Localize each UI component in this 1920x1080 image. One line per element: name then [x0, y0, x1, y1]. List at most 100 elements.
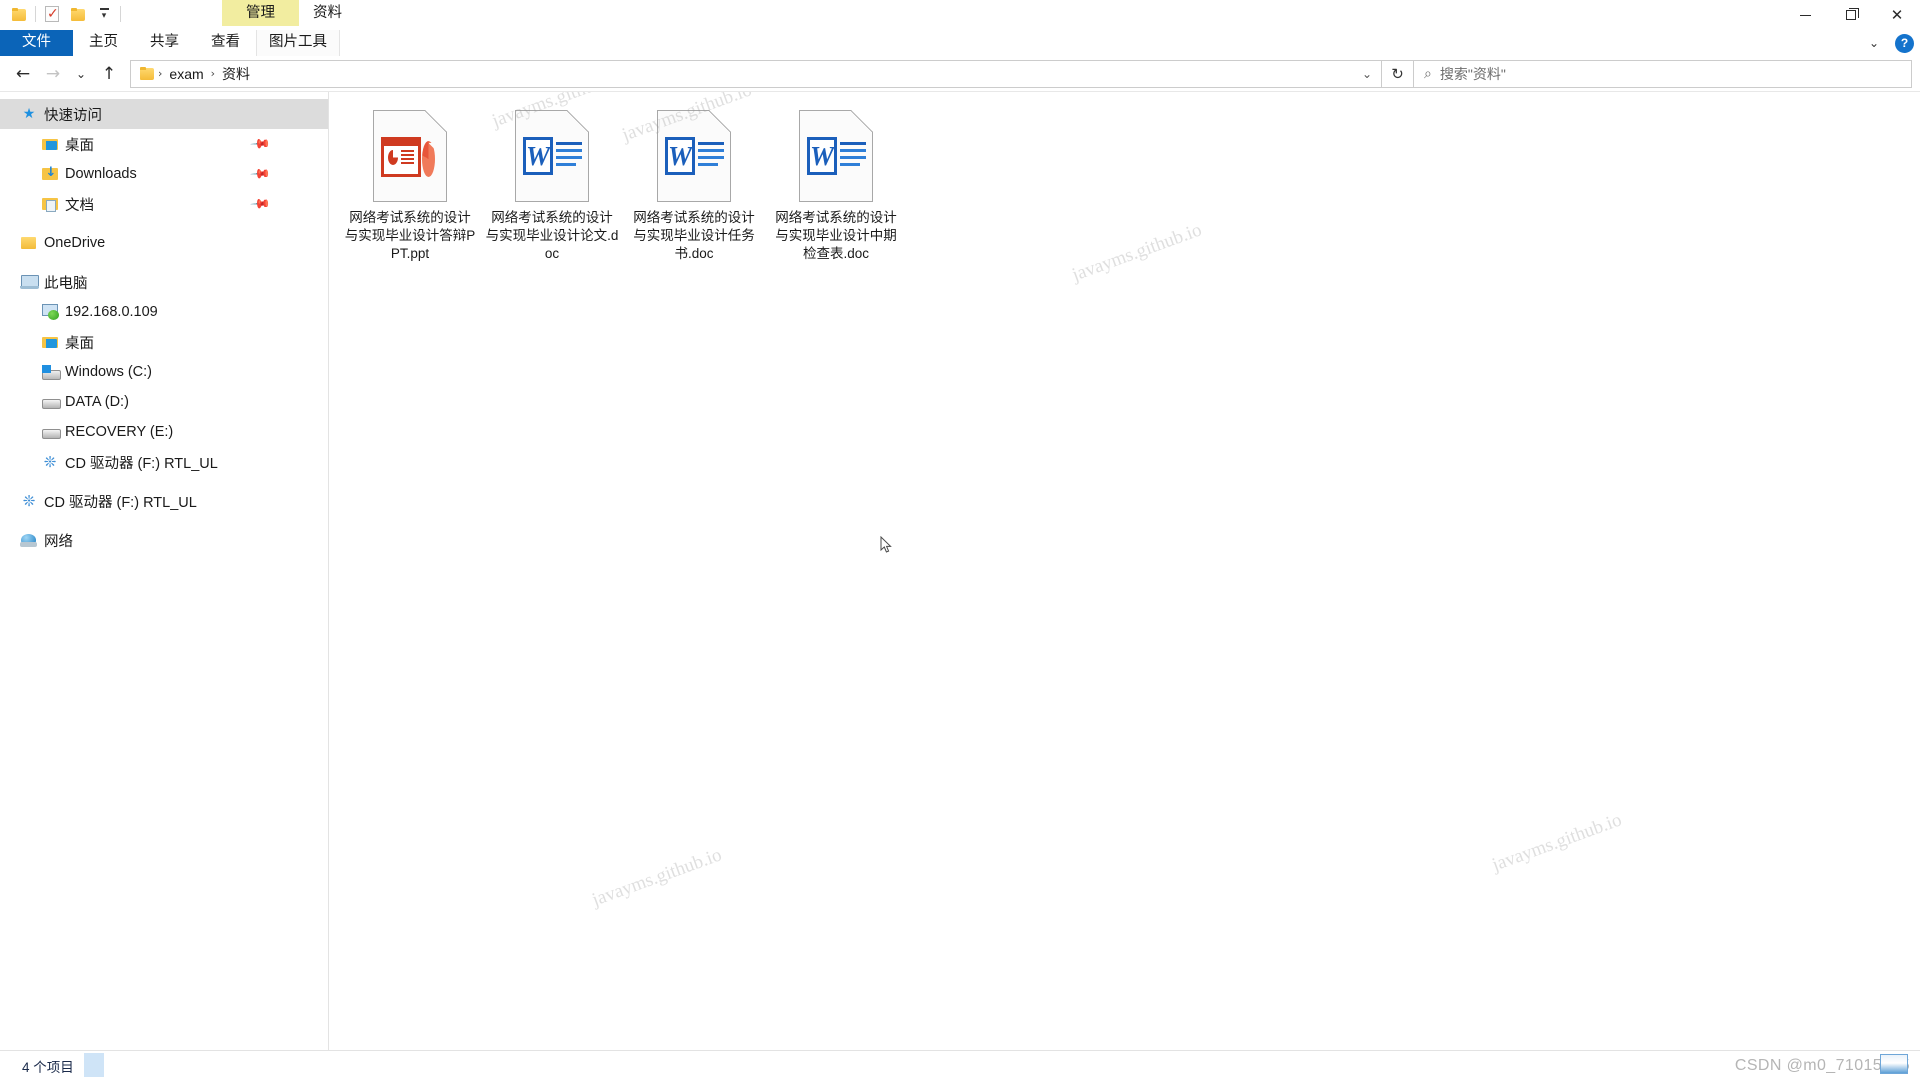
title-bar: ▾ 管理 资料 ✕ — [0, 0, 1920, 30]
drive-icon — [40, 393, 61, 411]
sidebar-item-quick-access[interactable]: ★ 快速访问 — [0, 99, 328, 129]
cd-drive-icon: ❊ — [22, 492, 36, 510]
file-name-label: 网络考试系统的设计与实现毕业设计答辩PPT.ppt — [344, 210, 476, 261]
address-dropdown-icon[interactable]: ⌄ — [1353, 61, 1381, 87]
sidebar-item-drive-c[interactable]: Windows (C:) — [0, 357, 328, 387]
tab-file[interactable]: 文件 — [0, 30, 73, 56]
breadcrumb[interactable]: › exam › 资料 ⌄ — [130, 59, 1382, 88]
file-list-pane[interactable]: 网络考试系统的设计与实现毕业设计答辩PPT.ppt W 网络考试系统的设计与实现… — [329, 92, 1920, 1050]
powerpoint-file-icon — [362, 108, 458, 204]
breadcrumb-folder-icon — [140, 67, 155, 80]
new-folder-icon[interactable] — [65, 1, 91, 27]
file-grid: 网络考试系统的设计与实现毕业设计答辩PPT.ppt W 网络考试系统的设计与实现… — [339, 106, 1920, 269]
file-item[interactable]: 网络考试系统的设计与实现毕业设计答辩PPT.ppt — [339, 106, 481, 269]
chevron-down-icon[interactable]: ⌄ — [1863, 32, 1885, 54]
explorer-body: ★ 快速访问 桌面 📌 Downloads 📌 文档 📌 — [0, 92, 1920, 1050]
ribbon-right-controls: ⌄ ? — [1863, 30, 1914, 56]
drive-icon — [40, 423, 61, 441]
ribbon-tab-bar: 文件 主页 共享 查看 图片工具 ⌄ ? — [0, 30, 1920, 56]
sidebar-item-drive-e[interactable]: RECOVERY (E:) — [0, 417, 328, 447]
folder-desktop-icon — [40, 135, 60, 153]
sidebar-item-drive-d[interactable]: DATA (D:) — [0, 387, 328, 417]
pin-icon[interactable]: 📌 — [249, 193, 271, 215]
folder-onedrive-icon — [19, 234, 39, 252]
csdn-badge-icon — [1880, 1054, 1908, 1074]
breadcrumb-item-current[interactable]: 资料 — [218, 61, 254, 87]
sidebar-item-label: Windows (C:) — [65, 364, 153, 380]
close-icon: ✕ — [1890, 5, 1904, 24]
word-file-icon: W — [504, 108, 600, 204]
sidebar-item-label: RECOVERY (E:) — [65, 424, 174, 440]
mouse-cursor — [880, 536, 892, 553]
file-item[interactable]: W 网络考试系统的设计与实现毕业设计论文.doc — [481, 106, 623, 269]
search-icon: ⌕ — [1424, 65, 1432, 82]
file-name-label: 网络考试系统的设计与实现毕业设计任务书.doc — [633, 210, 755, 261]
breadcrumb-separator-0[interactable]: › — [155, 67, 165, 80]
sidebar-item-onedrive[interactable]: OneDrive — [0, 228, 328, 258]
contextual-tab-title: 管理 — [222, 0, 299, 26]
recent-locations-icon[interactable]: ⌄ — [68, 59, 94, 89]
customize-qat-caret-icon[interactable]: ▾ — [91, 1, 117, 27]
window-title: 资料 — [313, 5, 342, 21]
folder-icon[interactable] — [6, 1, 32, 27]
cd-drive-icon: ❊ — [43, 453, 57, 471]
sidebar-item-label: 文档 — [65, 197, 94, 214]
pin-icon[interactable]: 📌 — [249, 133, 271, 155]
maximize-button[interactable] — [1828, 0, 1874, 30]
contextual-tab-header: 管理 资料 — [222, 0, 352, 27]
network-location-icon — [40, 303, 60, 321]
status-bar: 4 个项目 CSDN @m0_71015455 — [0, 1050, 1920, 1080]
pin-icon[interactable]: 📌 — [249, 163, 271, 185]
sidebar-item-downloads[interactable]: Downloads 📌 — [0, 159, 328, 189]
back-button[interactable]: ← — [8, 59, 38, 89]
status-highlight — [84, 1053, 104, 1077]
folder-desktop-icon — [40, 333, 60, 351]
quick-access-toolbar: ▾ — [0, 0, 124, 28]
star-icon: ★ — [22, 106, 36, 122]
sidebar-item-this-pc[interactable]: 此电脑 — [0, 267, 328, 297]
search-input[interactable]: ⌕ 搜索"资料" — [1414, 59, 1912, 88]
file-item[interactable]: W 网络考试系统的设计与实现毕业设计中期检查表.doc — [765, 106, 907, 269]
help-icon[interactable]: ? — [1895, 33, 1914, 53]
address-bar: ← → ⌄ ↑ › exam › 资料 ⌄ ↻ ⌕ 搜索"资料" — [0, 56, 1920, 92]
folder-documents-icon — [40, 195, 60, 213]
sidebar-item-label: Downloads — [65, 166, 137, 182]
sidebar-item-desktop-pc[interactable]: 桌面 — [0, 327, 328, 357]
sidebar-item-documents[interactable]: 文档 📌 — [0, 189, 328, 219]
sidebar-item-network[interactable]: 网络 — [0, 525, 328, 555]
sidebar-item-label: OneDrive — [44, 235, 106, 251]
breadcrumb-item-exam[interactable]: exam — [165, 61, 207, 87]
tab-share[interactable]: 共享 — [134, 30, 195, 56]
file-name-label: 网络考试系统的设计与实现毕业设计中期检查表.doc — [775, 210, 897, 261]
properties-icon[interactable] — [39, 1, 65, 27]
refresh-icon[interactable]: ↻ — [1382, 59, 1414, 88]
breadcrumb-separator-1[interactable]: › — [208, 67, 218, 80]
watermark-text: javayms.github.io — [589, 844, 725, 911]
sidebar-item-label: DATA (D:) — [65, 394, 129, 410]
navigation-pane: ★ 快速访问 桌面 📌 Downloads 📌 文档 📌 — [0, 92, 329, 1050]
tab-home[interactable]: 主页 — [73, 30, 134, 56]
sidebar-gap-4 — [0, 516, 328, 525]
sidebar-item-label: CD 驱动器 (F:) RTL_UL — [65, 455, 218, 472]
qat-divider-1 — [35, 6, 36, 22]
network-icon — [19, 531, 39, 549]
sidebar-item-network-location[interactable]: 192.168.0.109 — [0, 297, 328, 327]
forward-button: → — [45, 63, 61, 84]
search-placeholder: 搜索"资料" — [1439, 65, 1506, 82]
tab-view[interactable]: 查看 — [195, 30, 256, 56]
close-button[interactable]: ✕ — [1874, 0, 1920, 30]
sidebar-item-desktop[interactable]: 桌面 📌 — [0, 129, 328, 159]
sidebar-item-label: 快速访问 — [44, 107, 102, 124]
tab-picture-tools[interactable]: 图片工具 — [256, 30, 340, 56]
watermark-text: javayms.github.io — [1489, 809, 1625, 876]
item-count-label: 4 个项目 — [22, 1059, 74, 1075]
file-item[interactable]: W 网络考试系统的设计与实现毕业设计任务书.doc — [623, 106, 765, 269]
sidebar-item-label: 192.168.0.109 — [65, 304, 158, 320]
qat-divider-2 — [120, 6, 121, 22]
minimize-button[interactable] — [1782, 0, 1828, 30]
sidebar-gap-1 — [0, 219, 328, 228]
up-button[interactable]: ↑ — [94, 59, 124, 89]
sidebar-gap-3 — [0, 477, 328, 486]
sidebar-item-cd-drive-nested[interactable]: ❊ CD 驱动器 (F:) RTL_UL — [0, 447, 328, 477]
sidebar-item-cd-drive[interactable]: ❊ CD 驱动器 (F:) RTL_UL — [0, 486, 328, 516]
